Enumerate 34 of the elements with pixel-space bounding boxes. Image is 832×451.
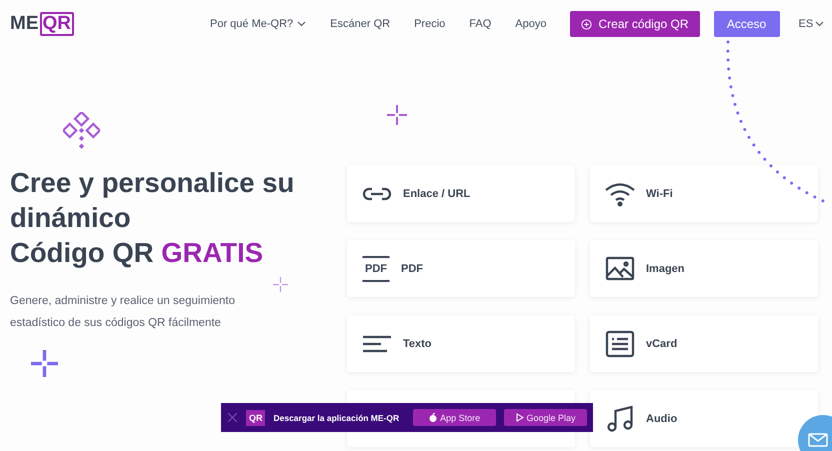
sparkle-icon [387, 105, 407, 125]
banner-text: Descargar la aplicación ME-QR [273, 412, 400, 422]
play-icon [516, 413, 524, 422]
nav-link[interactable]: Escáner QR [330, 18, 390, 30]
qr-type-card[interactable]: Imagen [590, 240, 818, 297]
close-icon[interactable] [227, 412, 238, 423]
create-qr-button[interactable]: Crear código QR [570, 11, 700, 37]
nav-link[interactable]: FAQ [469, 18, 492, 30]
card-icon [604, 330, 636, 358]
store-button[interactable]: Google Play [504, 409, 587, 426]
qr-type-card[interactable]: Wi-Fi [590, 165, 818, 222]
hero-subtitle: Genere, administre y realice un seguimiento estadístico de sus códigos QR fácilmente [10, 294, 236, 331]
image-icon [604, 254, 636, 282]
mail-icon [808, 433, 828, 447]
sparkle-icon [31, 350, 58, 377]
qr-type-card[interactable]: Enlace / URL [347, 165, 575, 222]
language-selector[interactable]: ES [798, 18, 824, 30]
qr-type-card[interactable]: Texto [347, 315, 575, 372]
plus-circle-icon [581, 18, 592, 30]
hero-title: Cree y personalice su dinámico Código QR GRATIS [10, 166, 296, 270]
apple-icon [429, 413, 438, 422]
nav-link[interactable]: Apoyo [515, 18, 546, 30]
store-button[interactable]: App Store [413, 409, 496, 426]
chevron-down-icon [815, 21, 824, 27]
login-button[interactable]: Acceso [714, 11, 780, 37]
qr-type-card[interactable]: Audio [590, 390, 818, 447]
chevron-down-icon [297, 21, 306, 27]
app-logo-icon: QR [246, 410, 266, 426]
qr-type-card[interactable]: PDF PDF [347, 240, 575, 297]
nav-link[interactable]: Por qué Me-QR? [210, 18, 306, 30]
nav-link[interactable]: Precio [414, 18, 446, 30]
qr-code-icon [63, 112, 100, 149]
qr-type-card[interactable]: vCard [590, 315, 818, 372]
sparkle-icon [273, 277, 288, 292]
